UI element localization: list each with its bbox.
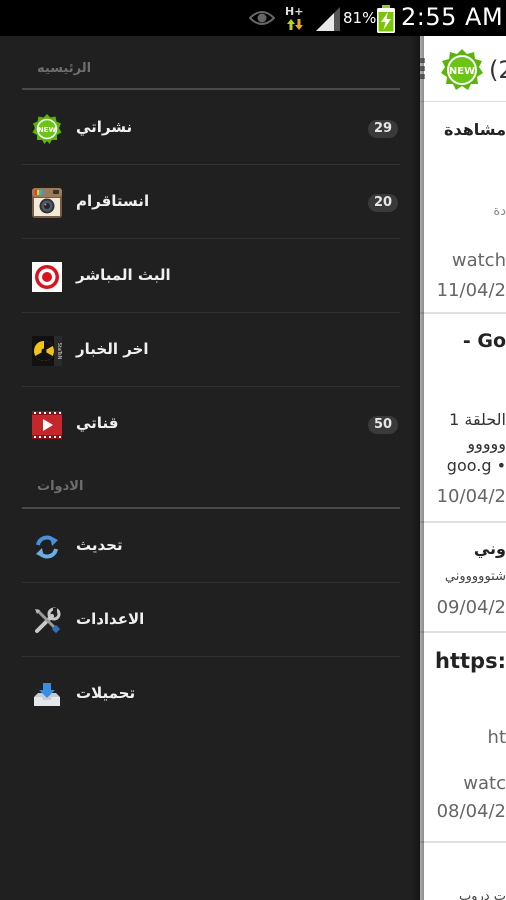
new-badge-icon[interactable]: NEW [440,48,484,92]
drawer-item-count: 29 [368,120,398,138]
item-divider [22,312,400,313]
network-indicator: H+ [284,5,306,33]
feed-item-text: ت دروب [459,889,506,900]
drawer-item-count: 50 [368,416,398,434]
feed-item-text: دة [493,204,506,219]
drawer-item-label: انستاقرام [76,192,150,210]
drawer-item-label: تحميلات [76,684,136,702]
item-divider [22,656,400,657]
status-bar: H+ 81% 2:55 AM [0,0,506,36]
eye-icon [249,11,275,25]
feed-item-title: https: [435,649,506,673]
drawer-item-label: قناتي [76,414,119,432]
drawer-item-label: تحديث [76,536,123,554]
drawer-item-my-channel[interactable]: قناتي 50 [22,388,400,460]
battery-percent: 81% [343,9,377,27]
drawer-item-label: اخر الخبار [76,340,149,358]
item-divider [22,386,400,387]
feed-item-text: watc [463,773,506,794]
new-badge-text: NEW [38,126,57,134]
news-radiation-icon: StaTsN [32,336,62,366]
signal-icon [316,7,340,31]
download-tray-icon [34,683,60,706]
feed-item-text: شتوووووني [444,569,506,584]
drawer-item-label: الاعدادات [76,610,145,628]
feed-item[interactable]: وني شتوووووني 09/04/2 [420,523,506,633]
network-arrows-icon [287,19,303,30]
new-badge-icon: NEW [32,114,62,144]
drawer-item-bulletins[interactable]: NEW نشراتي 29 [22,92,400,164]
section-divider [22,507,400,509]
network-type: H+ [285,5,304,18]
clock: 2:55 AM [401,3,504,31]
drawer-item-label: البث المباشر [76,266,171,284]
feed-item[interactable]: ت دروب [420,843,506,900]
app-bar: NEW (2 [420,36,506,102]
item-divider [22,238,400,239]
section-header-main: الرئيسيه [37,61,92,76]
feed-item-date: 09/04/2 [436,597,506,618]
section-divider [22,88,400,90]
drawer-item-latest-news[interactable]: StaTsN اخر الخبار [22,314,400,386]
instagram-icon [32,188,62,218]
drawer-item-instagram[interactable]: انستاقرام 20 [22,166,400,238]
main-content: NEW (2 مشاهدة دة watch 11/04/2 - Go الحل… [420,36,506,900]
section-header-tools: الادوات [37,479,84,494]
drawer-item-count: 20 [368,194,398,212]
feed-item-date: 08/04/2 [436,801,506,822]
feed-item[interactable]: - Go الحلقة 1 ووووو goo.g • 10/04/2 [420,314,506,523]
drawer-item-downloads[interactable]: تحميلات [22,658,400,730]
drawer-shadow [410,36,424,900]
battery-charging-icon [377,5,395,33]
feed-item-text: goo.g • [446,456,506,475]
feed-item-title: - Go [462,330,506,352]
navigation-drawer: الرئيسيه NEW نشراتي 29 انستاقرام 20 البث… [0,36,420,900]
feed-item-text: ht [487,727,506,748]
feed-item-date: 10/04/2 [436,486,506,507]
drawer-item-live-stream[interactable]: البث المباشر [22,240,400,312]
item-divider [22,582,400,583]
drawer-item-label: نشراتي [76,118,133,136]
svg-text:StaTsN: StaTsN [56,343,62,360]
feed-item-title: وني [473,539,506,558]
drawer-item-refresh[interactable]: تحديث [22,510,400,582]
feed-item-text: ووووو [467,434,506,453]
feed-item[interactable]: https: ht watc 08/04/2 [420,633,506,843]
drawer-item-settings[interactable]: الاعدادات [22,584,400,656]
live-target-icon [32,262,62,292]
refresh-icon [36,535,58,559]
feed-item-date: 11/04/2 [436,280,506,301]
app-bar-badge-label: NEW [449,66,475,77]
youtube-icon [32,411,62,439]
feed-item-text: watch [451,250,506,271]
feed-item-text: الحلقة 1 [449,410,506,429]
feed-item[interactable]: مشاهدة دة watch 11/04/2 [420,102,506,314]
feed-item-title: مشاهدة [444,120,506,139]
settings-tools-icon [35,607,61,633]
item-divider [22,164,400,165]
app-bar-count: (2 [489,56,506,84]
